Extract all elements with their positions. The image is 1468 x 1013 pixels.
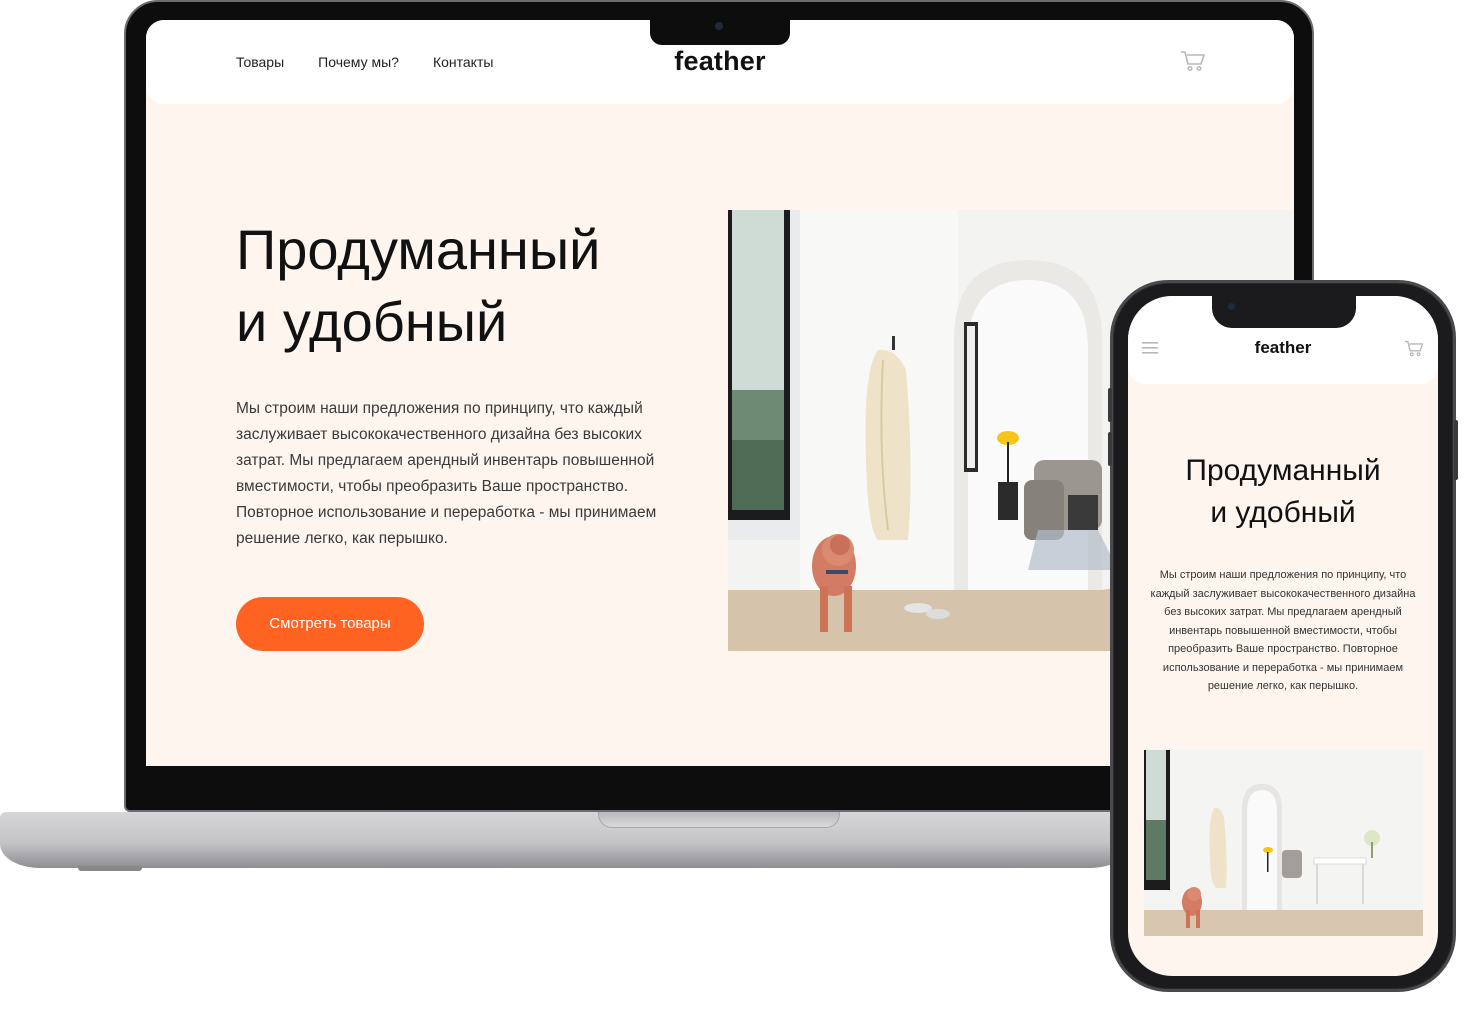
phone-notch — [1212, 296, 1356, 328]
mobile-cart-icon[interactable] — [1404, 340, 1424, 357]
mobile-hero-image — [1144, 750, 1423, 936]
laptop-camera — [715, 22, 723, 30]
phone-power-button — [1454, 420, 1458, 480]
mobile-hero-description: Мы строим наши предложения по принципу, … — [1150, 569, 1416, 692]
hero-title: Продуманный и удобный — [236, 214, 696, 358]
phone-screen: feather Продуманный и удобный Мы строим … — [1128, 296, 1438, 976]
hero-title-line-2: и удобный — [236, 290, 508, 353]
cart-icon[interactable] — [1180, 50, 1206, 72]
mobile-hero-title-line-1: Продуманный — [1185, 454, 1381, 487]
laptop-foot — [78, 866, 142, 871]
phone-camera — [1228, 303, 1235, 310]
laptop-trackpad-notch — [598, 812, 840, 828]
mobile-hero-title: Продуманный и удобный — [1128, 450, 1438, 534]
hero-title-line-1: Продуманный — [236, 218, 601, 281]
phone-volume-up-button — [1108, 388, 1112, 422]
mobile-brand-logo[interactable]: feather — [1128, 338, 1438, 358]
phone-volume-down-button — [1108, 432, 1112, 466]
laptop-base — [0, 812, 1130, 868]
hero-description: Мы строим наши предложения по принципу, … — [236, 400, 657, 547]
mobile-hero-title-line-2: и удобный — [1210, 496, 1356, 529]
view-products-button[interactable]: Смотреть товары — [236, 597, 424, 651]
brand-logo[interactable]: feather — [146, 46, 1294, 77]
